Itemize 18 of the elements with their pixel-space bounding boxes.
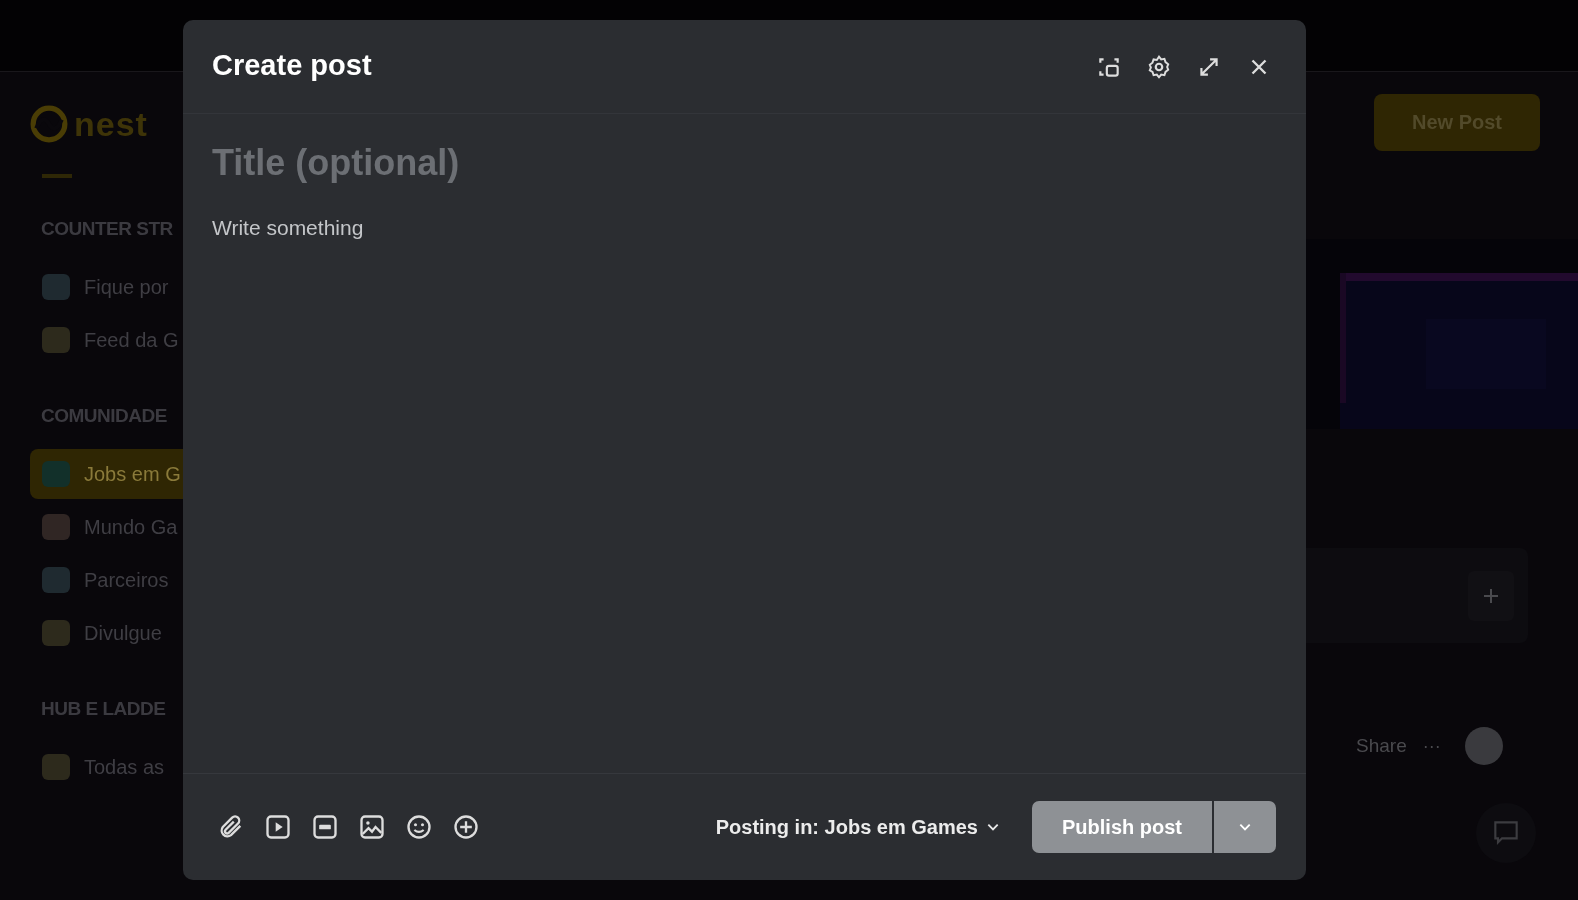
community-dropdown[interactable]: Posting in: Jobs em Games (713, 811, 1002, 843)
add-icon[interactable] (452, 813, 480, 841)
avatar-icon (1464, 727, 1503, 765)
settings-icon[interactable] (1146, 53, 1172, 80)
more-button[interactable]: ··· (1422, 735, 1441, 757)
image-icon[interactable] (358, 813, 386, 841)
sidebar-item[interactable]: Jobs em G (30, 449, 183, 499)
sidebar-item[interactable]: Feed da G (30, 315, 183, 365)
sidebar-item[interactable]: Divulgue (30, 608, 183, 658)
sidebar-item[interactable]: Parceiros (30, 555, 183, 605)
sidebar-item[interactable]: Todas as (30, 742, 183, 792)
emoji-icon[interactable] (405, 813, 433, 841)
sidebar-item[interactable]: Mundo Ga (30, 502, 183, 552)
share-link[interactable]: Share (1356, 735, 1407, 757)
sidebar-item[interactable]: Fique por (30, 262, 183, 312)
dialog-title: Create post (212, 49, 372, 82)
logo-icon (30, 105, 68, 143)
video-icon[interactable] (264, 813, 292, 841)
